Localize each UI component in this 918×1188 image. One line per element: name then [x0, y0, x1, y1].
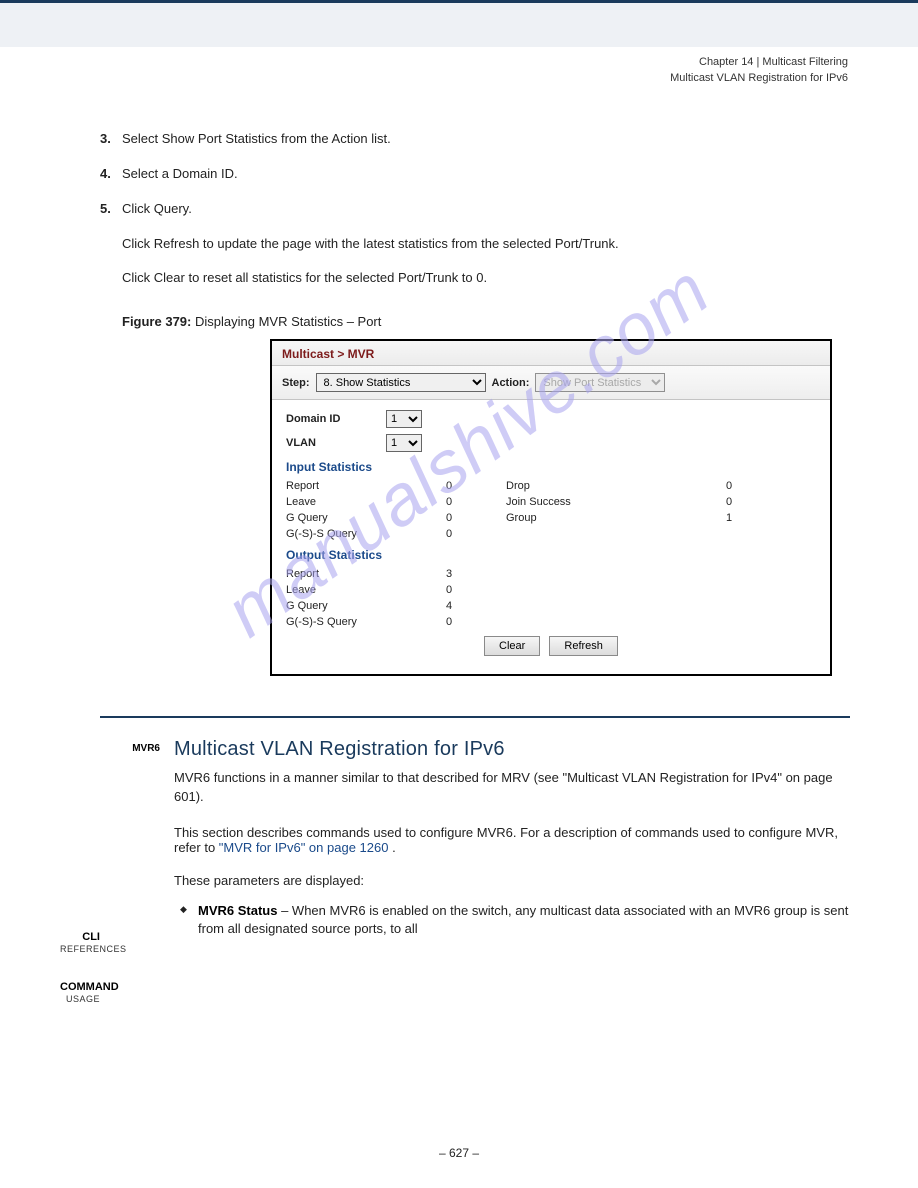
out-leave-label: Leave [286, 584, 446, 596]
chapter-name: Multicast Filtering [762, 56, 848, 68]
cli-suffix: . [392, 840, 396, 855]
out-gquery-label: G Query [286, 600, 446, 612]
subsection-title: Multicast VLAN Registration for IPv6 [174, 738, 850, 761]
step-3-num: 3. [100, 130, 122, 149]
in-report-label: Report [286, 480, 446, 492]
input-heading: Input Statistics [286, 460, 816, 474]
step-5-text: Click Query. [122, 201, 192, 216]
button-row: Clear Refresh [286, 628, 816, 666]
section-rule [100, 716, 850, 718]
bullet-1-text: – When MVR6 is enabled on the switch, an… [198, 903, 848, 936]
in-report-value: 0 [446, 480, 506, 492]
clear-button[interactable]: Clear [484, 636, 540, 656]
ui-title: Multicast > MVR [272, 341, 830, 366]
vlan-select[interactable]: 1 [386, 434, 422, 452]
side-tab-mvr6: MVR6 [100, 742, 160, 755]
bullets: MVR6 Status – When MVR6 is enabled on th… [174, 902, 850, 938]
in-join-label: Join Success [506, 496, 726, 508]
subsection-intro: MVR6 functions in a manner similar to th… [174, 769, 850, 807]
step-select[interactable]: 8. Show Statistics [316, 373, 486, 392]
in-join-value: 0 [726, 496, 776, 508]
page-footer: – 627 – [439, 1146, 479, 1160]
step-3: 3.Select Show Port Statistics from the A… [100, 130, 850, 149]
step-label: Step: [282, 377, 310, 389]
bullet-1: MVR6 Status – When MVR6 is enabled on th… [174, 902, 850, 938]
in-group-label: Group [506, 512, 726, 524]
step-5-refresh: Click Refresh to update the page with th… [100, 235, 850, 254]
step-5: 5.Click Query. [100, 200, 850, 219]
step-4-text: Select a Domain ID. [122, 166, 238, 181]
in-gquery-value: 0 [446, 512, 506, 524]
in-gquery-label: G Query [286, 512, 446, 524]
output-heading: Output Statistics [286, 548, 816, 562]
figure-text: Displaying MVR Statistics – Port [195, 314, 381, 329]
in-drop-value: 0 [726, 480, 776, 492]
step-4-num: 4. [100, 165, 122, 184]
screenshot-panel: Multicast > MVR Step: 8. Show Statistics… [270, 339, 832, 676]
in-group-value: 1 [726, 512, 776, 524]
step-5-clear: Click Clear to reset all statistics for … [100, 269, 850, 288]
in-gss-value: 0 [446, 528, 506, 540]
in-leave-value: 0 [446, 496, 506, 508]
output-grid: Report 3 Leave 0 G Query 4 G(-S)-S Query… [286, 568, 816, 628]
domain-row: Domain ID 1 [286, 410, 816, 428]
step-5-num: 5. [100, 200, 122, 219]
vlan-row: VLAN 1 [286, 434, 816, 452]
content: 3.Select Show Port Statistics from the A… [100, 130, 850, 944]
out-gquery-value: 4 [446, 600, 506, 612]
chapter: Chapter 14 [699, 56, 753, 68]
action-select[interactable]: Show Port Statistics [535, 373, 665, 392]
in-leave-label: Leave [286, 496, 446, 508]
out-report-value: 3 [446, 568, 506, 580]
command-usage-heading: These parameters are displayed: [174, 873, 850, 888]
step-4: 4.Select a Domain ID. [100, 165, 850, 184]
figure-label: Figure 379: [122, 314, 191, 329]
domain-select[interactable]: 1 [386, 410, 422, 428]
cli-references: This section describes commands used to … [174, 825, 850, 855]
header-section: Multicast VLAN Registration for IPv6 [670, 72, 848, 84]
ui-panel: Domain ID 1 VLAN 1 Input Statistics Repo… [272, 400, 830, 674]
chapter-label: Chapter 14 | Multicast Filtering [699, 56, 848, 68]
cli-link[interactable]: "MVR for IPv6" on page 1260 [219, 840, 389, 855]
vlan-label: VLAN [286, 437, 386, 449]
refresh-button[interactable]: Refresh [549, 636, 618, 656]
ui-controlbar: Step: 8. Show Statistics Action: Show Po… [272, 366, 830, 400]
out-gss-value: 0 [446, 616, 506, 628]
out-report-label: Report [286, 568, 446, 580]
top-band [0, 3, 918, 47]
out-gss-label: G(-S)-S Query [286, 616, 446, 628]
figure-caption: Figure 379: Displaying MVR Statistics – … [100, 314, 850, 329]
margin-tab: CLI REFERENCES COMMAND USAGE [60, 930, 100, 1006]
bullet-1-strong: MVR6 Status [198, 903, 277, 918]
action-label: Action: [492, 377, 530, 389]
out-leave-value: 0 [446, 584, 506, 596]
input-grid: Report 0 Drop 0 Leave 0 Join Success 0 G… [286, 480, 816, 540]
in-drop-label: Drop [506, 480, 726, 492]
step-3-text: Select Show Port Statistics from the Act… [122, 131, 391, 146]
domain-label: Domain ID [286, 413, 386, 425]
in-gss-label: G(-S)-S Query [286, 528, 446, 540]
